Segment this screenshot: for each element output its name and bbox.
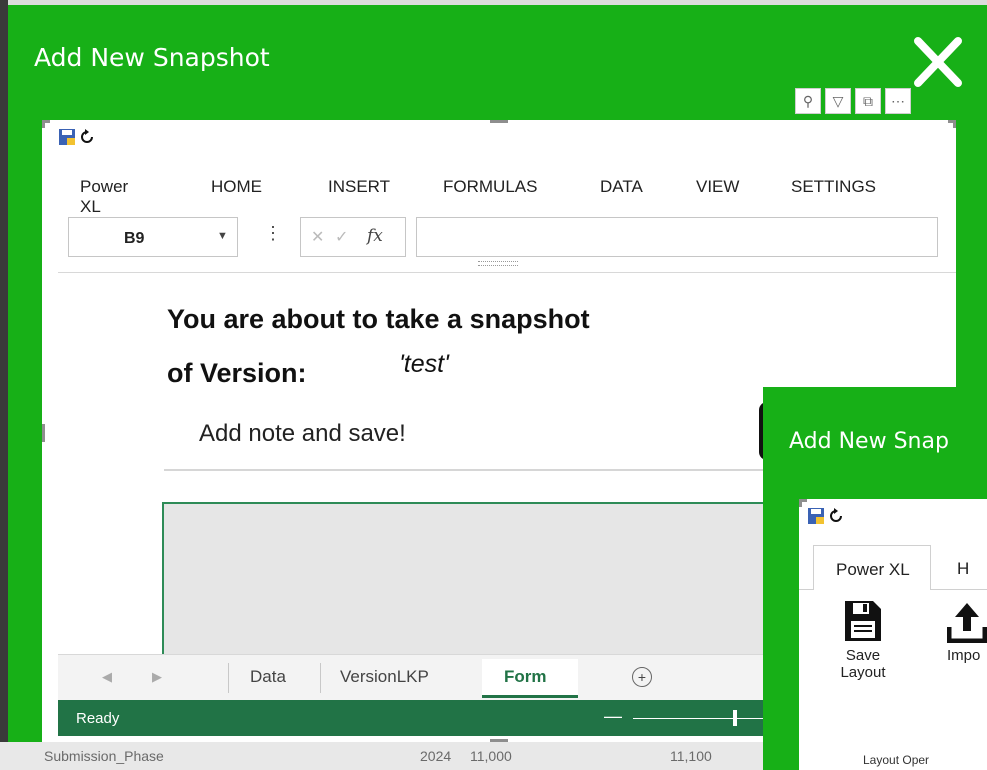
previous-sheet-icon[interactable]: ◀ [102,669,112,685]
heading-line-2: of Version: [167,358,307,388]
ribbon-group-label: Layout Oper [863,753,930,767]
formula-bar-options-icon[interactable]: ⋮ [264,223,282,244]
sheet-tab-form[interactable]: Form [482,659,578,698]
button-label: Impo [947,647,981,664]
tab-divider [228,663,229,693]
resize-handle-bottom[interactable] [490,739,508,742]
tab-view[interactable]: VIEW [696,177,739,197]
resize-handle-left[interactable] [42,424,45,442]
save-layout-button[interactable]: Save Layout [831,599,895,681]
button-label: Save [845,647,881,664]
pin-button[interactable]: ⚲ [795,88,821,114]
visual-header-toolbar: ⚲ ▽ ⧉ ⋯ [795,88,911,116]
name-box-value: B9 [124,230,145,247]
next-sheet-icon[interactable]: ▶ [152,669,162,685]
refresh-icon[interactable] [827,507,845,525]
more-options-icon: ⋯ [891,92,905,109]
tab-home[interactable]: HOME [211,177,262,197]
tab-insert[interactable]: INSERT [328,177,390,197]
button-label: Layout [840,664,886,681]
add-sheet-icon[interactable]: + [632,667,652,687]
import-icon [946,603,987,644]
snapshot-preview-box [162,502,774,658]
zoom-slider-thumb[interactable] [733,710,737,726]
sheet-tab-data[interactable]: Data [250,667,286,703]
tab-formulas[interactable]: FORMULAS [443,177,537,197]
save-icon[interactable] [58,128,76,146]
dialog-title: Add New Snap [789,429,949,454]
embedded-spreadsheet-secondary: Power XL H Save Layout Impo Layout Oper [799,499,987,770]
chevron-down-icon[interactable]: ▼ [217,230,228,242]
tab-label: H [957,559,970,578]
focus-mode-icon: ⧉ [863,92,873,109]
save-icon[interactable] [807,507,825,525]
close-button[interactable] [908,35,968,91]
pin-icon: ⚲ [802,92,814,109]
formula-input[interactable] [416,217,938,257]
zoom-out-icon[interactable]: — [604,706,622,727]
cancel-icon[interactable]: ✕ [311,227,324,247]
enter-icon[interactable]: ✓ [335,227,348,247]
snapshot-heading: You are about to take a snapshot of Vers… [167,292,590,400]
resize-handle-corner[interactable] [953,120,956,128]
more-options-button[interactable]: ⋯ [885,88,911,114]
quick-access-toolbar [58,128,96,146]
save-layout-icon [845,601,881,641]
refresh-icon[interactable] [78,128,96,146]
bg-cell: 2024 [420,748,452,764]
sheet-tab-form-label: Form [504,667,547,686]
add-snapshot-dialog-secondary: Add New Snap Power XL H Save Layout Impo… [763,387,987,770]
tab-divider [320,663,321,693]
quick-access-toolbar [807,507,845,525]
tab-power-xl[interactable]: Power XL [813,545,931,590]
formula-buttons: ✕ ✓ fx [300,217,406,257]
import-button[interactable]: Impo [946,599,987,664]
divider [58,272,956,273]
ribbon-tab-strip: Power XL H [799,545,987,590]
formula-bar: B9 ▼ ⋮ ✕ ✓ fx [68,217,940,257]
filter-icon: ▽ [832,92,844,109]
tab-settings[interactable]: SETTINGS [791,177,876,197]
name-box[interactable]: B9 ▼ [68,217,238,257]
dialog-title: Add New Snapshot [34,43,270,72]
bg-cell: 11,000 [470,748,512,764]
background-window-edge [0,0,8,770]
version-value: 'test' [399,350,449,378]
tab-power-xl[interactable]: Power XL [80,177,128,217]
close-icon [914,37,962,87]
heading-line-1: You are about to take a snapshot [167,304,590,334]
filter-button[interactable]: ▽ [825,88,851,114]
sheet-tab-versionlkp[interactable]: VersionLKP [340,667,429,703]
bg-cell: Submission_Phase [44,748,164,764]
tab-data[interactable]: DATA [600,177,643,197]
bg-cell: 11,100 [670,748,712,764]
status-text: Ready [76,710,120,727]
formula-bar-resize-grip[interactable] [478,261,518,266]
insert-function-icon[interactable]: fx [367,226,383,246]
tab-label: Power XL [836,560,910,579]
focus-mode-button[interactable]: ⧉ [855,88,881,114]
resize-handle-corner[interactable] [799,499,802,507]
note-field[interactable]: Add note and save! [199,420,406,448]
note-underline [164,469,784,471]
resize-handle-top[interactable] [490,120,508,123]
resize-handle-corner[interactable] [42,120,45,128]
